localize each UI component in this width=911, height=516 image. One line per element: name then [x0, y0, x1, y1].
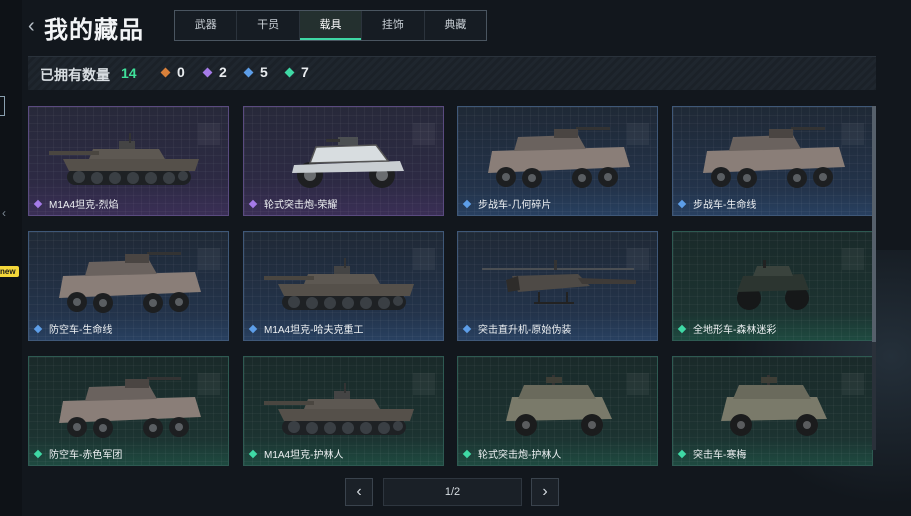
vehicle-card[interactable]: 全地形车-森林迷彩: [672, 231, 873, 341]
heli-icon: [478, 246, 638, 322]
vehicle-name: 防空车-赤色军团: [49, 450, 123, 461]
vehicle-card[interactable]: M1A4坦克-哈夫克重工: [243, 231, 444, 341]
rarity-count-value: 5: [260, 64, 268, 80]
orange-diamond-icon: [160, 67, 171, 77]
apc-icon: [478, 121, 638, 197]
rarity-count-orange: 0: [160, 64, 185, 80]
jeep-icon: [693, 371, 853, 447]
card-label: 防空车-生命线: [33, 321, 113, 336]
vehicle-name: 步战车-生命线: [693, 200, 757, 211]
card-label: 轮式突击炮-护林人: [462, 446, 562, 461]
green-diamond-icon: [33, 449, 43, 458]
card-label: 轮式突击炮-荣耀: [248, 196, 338, 211]
purple-diamond-icon: [33, 199, 43, 208]
chevron-left-icon[interactable]: ‹: [2, 206, 6, 220]
vehicle-card[interactable]: 防空车-生命线: [28, 231, 229, 341]
jeep-icon: [478, 371, 638, 447]
green-diamond-icon: [248, 449, 258, 458]
tab-collection[interactable]: 典藏: [425, 11, 486, 40]
card-label: 防空车-赤色军团: [33, 446, 123, 461]
vehicle-name: 轮式突击炮-荣耀: [264, 200, 338, 211]
tank-icon: [264, 246, 424, 322]
owned-count-label: 已拥有数量: [40, 67, 110, 83]
vehicle-card[interactable]: 突击直升机-原始伪装: [457, 231, 658, 341]
owned-count-bar: 已拥有数量 14 0 2 5 7: [28, 56, 876, 90]
scrollbar-thumb[interactable]: [872, 106, 876, 342]
apc-icon: [49, 246, 209, 322]
green-diamond-icon: [284, 67, 295, 77]
card-label: 步战车-生命线: [677, 196, 757, 211]
rarity-count-value: 0: [177, 64, 185, 80]
rarity-count-blue: 5: [243, 64, 268, 80]
blue-diamond-icon: [677, 199, 687, 208]
vehicle-name: 突击车-寒梅: [693, 450, 747, 461]
page-title: 我的藏品: [44, 17, 144, 44]
card-label: 突击直升机-原始伪装: [462, 321, 572, 336]
vehicle-name: M1A4坦克-哈夫克重工: [264, 325, 364, 336]
vehicle-card[interactable]: 轮式突击炮-护林人: [457, 356, 658, 466]
apc-icon: [49, 371, 209, 447]
vehicle-name: M1A4坦克-护林人: [264, 450, 344, 461]
blue-diamond-icon: [248, 324, 258, 333]
tank-icon: [49, 121, 209, 197]
vehicle-card[interactable]: 步战车-生命线: [672, 106, 873, 216]
green-diamond-icon: [677, 324, 687, 333]
card-label: M1A4坦克-护林人: [248, 446, 344, 461]
tab-vehicles[interactable]: 载具: [299, 11, 363, 40]
category-tabs: 武器 干员 载具 挂饰 典藏: [174, 10, 487, 41]
tab-charms[interactable]: 挂饰: [362, 11, 425, 40]
card-label: 突击车-寒梅: [677, 446, 747, 461]
blue-diamond-icon: [243, 67, 254, 77]
card-label: M1A4坦克-烈焰: [33, 196, 119, 211]
back-button[interactable]: ‹: [28, 14, 35, 38]
tank-icon: [264, 371, 424, 447]
owned-count-value: 14: [121, 65, 137, 81]
blue-diamond-icon: [462, 324, 472, 333]
blue-diamond-icon: [462, 199, 472, 208]
purple-diamond-icon: [202, 67, 213, 77]
edge-bracket-icon: [0, 96, 5, 116]
vehicle-name: 全地形车-森林迷彩: [693, 325, 777, 336]
vehicle-card[interactable]: 突击车-寒梅: [672, 356, 873, 466]
card-label: M1A4坦克-哈夫克重工: [248, 321, 364, 336]
vehicle-name: M1A4坦克-烈焰: [49, 200, 119, 211]
left-edge-panel: ‹ new: [0, 0, 22, 516]
rarity-count-purple: 2: [202, 64, 227, 80]
green-diamond-icon: [677, 449, 687, 458]
blue-diamond-icon: [33, 324, 43, 333]
vehicle-card[interactable]: 防空车-赤色军团: [28, 356, 229, 466]
rarity-count-value: 7: [301, 64, 309, 80]
green-diamond-icon: [462, 449, 472, 458]
card-label: 全地形车-森林迷彩: [677, 321, 777, 336]
vehicle-name: 步战车-几何碎片: [478, 200, 552, 211]
new-badge: new: [0, 266, 19, 277]
prev-page-button[interactable]: ‹: [345, 478, 373, 506]
purple-diamond-icon: [248, 199, 258, 208]
vehicle-card[interactable]: M1A4坦克-烈焰: [28, 106, 229, 216]
tab-operators[interactable]: 干员: [237, 11, 300, 40]
vehicle-name: 轮式突击炮-护林人: [478, 450, 562, 461]
page-indicator: 1/2: [383, 478, 522, 506]
buggy-icon: [264, 121, 424, 197]
vehicle-card[interactable]: 轮式突击炮-荣耀: [243, 106, 444, 216]
vehicle-name: 防空车-生命线: [49, 325, 113, 336]
vehicle-card[interactable]: M1A4坦克-护林人: [243, 356, 444, 466]
vehicle-card[interactable]: 步战车-几何碎片: [457, 106, 658, 216]
rarity-count-green: 7: [284, 64, 309, 80]
card-label: 步战车-几何碎片: [462, 196, 552, 211]
next-page-button[interactable]: ›: [531, 478, 559, 506]
vehicle-name: 突击直升机-原始伪装: [478, 325, 572, 336]
apc-icon: [693, 121, 853, 197]
atv-icon: [693, 246, 853, 322]
tab-weapons[interactable]: 武器: [175, 11, 238, 40]
rarity-count-value: 2: [219, 64, 227, 80]
